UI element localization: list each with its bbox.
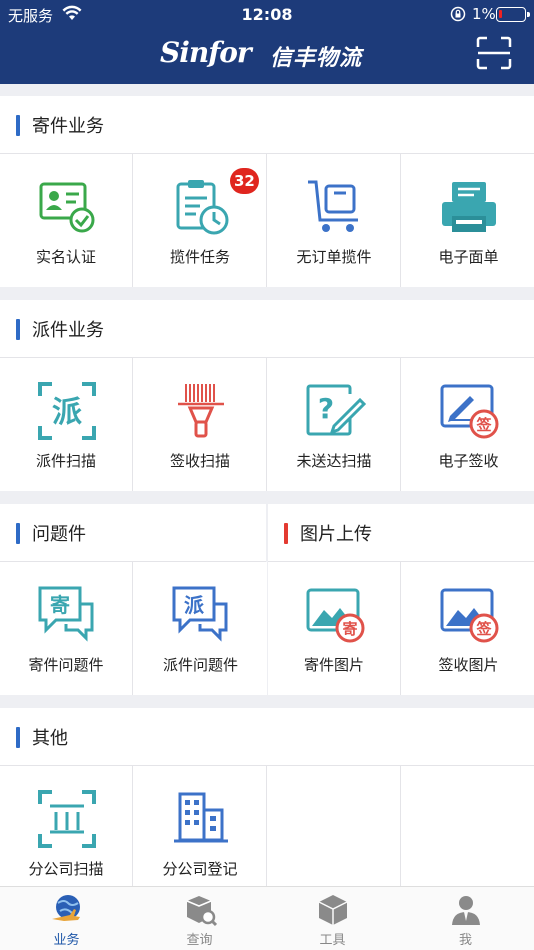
grid-item-e-signature[interactable]: 签 电子签收 — [402, 358, 534, 491]
grid-item-branch-scan[interactable]: 分公司扫描 — [0, 766, 133, 899]
tab-business[interactable]: 业务 — [0, 887, 133, 950]
scan-pai-icon: 派 — [38, 382, 96, 440]
status-bar: 无服务 12:08 1% — [0, 0, 534, 28]
grid-item-real-name[interactable]: 实名认证 — [0, 154, 133, 287]
id-card-check-icon — [39, 182, 95, 233]
brand-chinese: 信丰物流 — [270, 46, 363, 71]
barcode-scanner-icon — [178, 384, 224, 438]
section-send: 寄件业务 实名认证 32 揽件任务 无订单揽件 电子面单 — [0, 96, 534, 287]
printer-icon — [442, 182, 496, 232]
scan-icon[interactable] — [476, 36, 512, 70]
image-qian-icon: 签 — [440, 588, 499, 643]
svg-text:签: 签 — [475, 416, 492, 434]
grid-item-dispatch-scan[interactable]: 派 派件扫描 — [0, 358, 133, 491]
battery-icon — [496, 7, 530, 22]
svg-text:派: 派 — [184, 593, 205, 617]
grid-item-signoff-photo[interactable]: 签 签收图片 — [402, 562, 534, 695]
orientation-lock-icon — [450, 6, 466, 22]
building-icon — [174, 792, 228, 843]
cube-icon — [318, 895, 348, 925]
brand-logo: Sinfor 信丰物流 — [160, 36, 380, 76]
app-header: 无服务 12:08 1% Sinfor 信丰物流 — [0, 0, 534, 84]
grid-item-signoff-scan[interactable]: 签收扫描 — [134, 358, 267, 491]
clipboard-clock-icon — [176, 180, 229, 235]
question-edit-icon: ? — [306, 384, 366, 436]
tab-bar: 业务 查询 工具 我 — [0, 886, 534, 950]
svg-text:派: 派 — [52, 395, 82, 430]
section-photo: 图片上传 寄 寄件图片 签 签收图片 — [268, 504, 534, 695]
grid-item-dispatch-problem[interactable]: 派 派件问题件 — [134, 562, 267, 695]
section-other: 其他 分公司扫描 分公司登记 — [0, 708, 534, 899]
grid-item-branch-register[interactable]: 分公司登记 — [134, 766, 267, 899]
section-title: 派件业务 — [0, 300, 534, 358]
tab-query[interactable]: 查询 — [133, 887, 266, 950]
user-icon — [452, 896, 480, 925]
svg-text:签: 签 — [475, 620, 492, 638]
svg-text:寄: 寄 — [342, 620, 357, 638]
section-title: 寄件业务 — [0, 96, 534, 154]
grid-item-send-problem[interactable]: 寄 寄件问题件 — [0, 562, 133, 695]
grid-item-pickup-task[interactable]: 32 揽件任务 — [134, 154, 267, 287]
box-search-icon — [186, 896, 217, 927]
branch-scan-icon — [38, 790, 96, 848]
cart-box-icon — [308, 180, 358, 232]
chat-pai-icon: 派 — [172, 586, 228, 642]
brand-latin: Sinfor — [160, 36, 252, 69]
chat-ji-icon: 寄 — [38, 586, 94, 642]
section-dispatch: 派件业务 派 派件扫描 签收扫描 ? 未送达扫描 签 电子签收 — [0, 300, 534, 491]
grid-item-e-waybill[interactable]: 电子面单 — [402, 154, 534, 287]
pickup-count-badge: 32 — [230, 168, 259, 194]
grid-item-empty — [402, 766, 534, 899]
battery-percent: 1% — [472, 5, 496, 23]
grid-item-undelivered-scan[interactable]: ? 未送达扫描 — [268, 358, 401, 491]
grid-item-empty — [268, 766, 401, 899]
globe-plane-icon — [52, 895, 80, 921]
tab-me[interactable]: 我 — [399, 887, 532, 950]
section-title: 其他 — [0, 708, 534, 766]
image-ji-icon: 寄 — [306, 588, 365, 643]
tab-tools[interactable]: 工具 — [266, 887, 399, 950]
svg-text:?: ? — [318, 392, 334, 425]
svg-text:寄: 寄 — [50, 593, 70, 617]
section-title: 图片上传 — [268, 504, 534, 562]
sign-edit-icon: 签 — [440, 384, 499, 439]
section-title: 问题件 — [0, 504, 266, 562]
section-problem: 问题件 寄 寄件问题件 派 派件问题件 — [0, 504, 267, 695]
grid-item-no-order-pickup[interactable]: 无订单揽件 — [268, 154, 401, 287]
grid-item-send-photo[interactable]: 寄 寄件图片 — [268, 562, 401, 695]
